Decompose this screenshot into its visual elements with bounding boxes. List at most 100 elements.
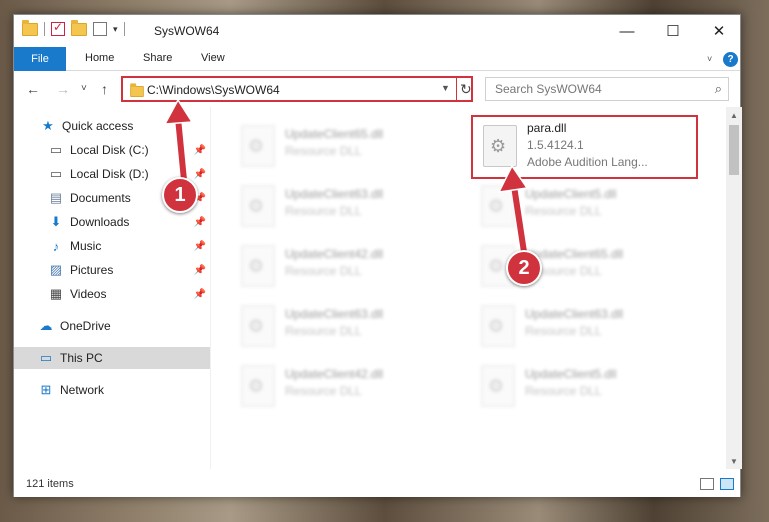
- file-item[interactable]: UpdateClient65.dll Resource DLL: [231, 117, 461, 173]
- sidebar-item-label: Music: [70, 239, 102, 253]
- star-icon: ★: [42, 118, 54, 133]
- scroll-down-icon[interactable]: ▼: [726, 453, 742, 469]
- pin-icon: 📌: [193, 264, 206, 276]
- sidebar-item-videos[interactable]: ▦ Videos 📌: [14, 283, 210, 305]
- file-name: UpdateClient63.dll: [285, 307, 384, 321]
- address-bar[interactable]: C:\Windows\SysWOW64 ▼ ↻: [121, 76, 473, 102]
- title-bar: ▾ SysWOW64 — ☐ ✕: [14, 15, 740, 47]
- tiles-view-icon[interactable]: [720, 478, 734, 490]
- dll-file-icon: [481, 365, 515, 407]
- sidebar-item-local-disk-c[interactable]: ▭ Local Disk (C:) 📌: [14, 139, 210, 161]
- customize-toolbar-dropdown-icon[interactable]: ▾: [113, 24, 118, 35]
- file-name: UpdateClient65.dll: [285, 127, 384, 141]
- forward-button[interactable]: →: [56, 81, 70, 97]
- file-item[interactable]: UpdateClient5.dll Resource DLL: [471, 177, 701, 233]
- search-input[interactable]: Search SysWOW64 ⌕: [485, 77, 729, 101]
- file-description: Adobe Audition Lang...: [527, 155, 648, 169]
- dll-file-icon: [483, 125, 517, 167]
- minimize-button[interactable]: —: [604, 15, 650, 47]
- scroll-thumb[interactable]: [729, 125, 739, 175]
- sidebar-item-onedrive[interactable]: ☁ OneDrive: [14, 315, 210, 337]
- details-view-icon[interactable]: [700, 478, 714, 490]
- file-name: UpdateClient63.dll: [285, 187, 384, 201]
- drive-icon: ▭: [49, 166, 63, 181]
- scroll-up-icon[interactable]: ▲: [726, 107, 742, 123]
- close-button[interactable]: ✕: [696, 15, 742, 47]
- expand-ribbon-chevron-icon[interactable]: ˅: [707, 54, 712, 64]
- file-type: Resource DLL: [285, 204, 362, 218]
- address-separator: [456, 78, 457, 100]
- file-item-para-dll[interactable]: para.dll 1.5.4124.1 Adobe Audition Lang.…: [473, 117, 703, 173]
- pin-icon: 📌: [193, 168, 206, 180]
- refresh-button[interactable]: ↻: [460, 81, 472, 98]
- music-icon: ♪: [52, 238, 60, 254]
- up-button[interactable]: ↑: [101, 81, 108, 97]
- vertical-scrollbar[interactable]: ▲ ▼: [726, 107, 742, 469]
- pin-icon: 📌: [193, 144, 206, 156]
- address-folder-icon: [130, 83, 144, 98]
- ribbon-tabs: File Home Share View ˅ ?: [14, 47, 740, 71]
- help-icon[interactable]: ?: [723, 52, 738, 67]
- pictures-icon: ▨: [49, 262, 63, 277]
- step-1-badge: 1: [162, 177, 198, 213]
- file-list: UpdateClient65.dll Resource DLL UpdateCl…: [211, 107, 726, 469]
- file-item[interactable]: UpdateClient42.dll Resource DLL: [231, 237, 461, 293]
- step-2-badge: 2: [506, 250, 542, 286]
- status-bar: 121 items: [14, 469, 740, 497]
- sidebar-item-label: Local Disk (C:): [70, 143, 149, 157]
- file-item[interactable]: UpdateClient5.dll Resource DLL: [471, 357, 701, 413]
- address-dropdown-chevron-icon[interactable]: ▼: [441, 83, 450, 93]
- sidebar-item-downloads[interactable]: ⬇ Downloads 📌: [14, 211, 210, 233]
- properties-icon[interactable]: [93, 22, 107, 36]
- tab-share[interactable]: Share: [143, 52, 172, 64]
- navigation-bar: ← → ˅ ↑ C:\Windows\SysWOW64 ▼ ↻ Search S…: [14, 71, 740, 107]
- sidebar-item-quick-access[interactable]: ★ Quick access: [14, 115, 210, 137]
- dll-file-icon: [241, 125, 275, 167]
- tab-view[interactable]: View: [201, 52, 225, 64]
- file-explorer-window: ▾ SysWOW64 — ☐ ✕ File Home Share View ˅ …: [13, 14, 742, 497]
- item-count: 121 items: [26, 478, 74, 490]
- pin-icon: 📌: [193, 288, 206, 300]
- sidebar-item-music[interactable]: ♪ Music 📌: [14, 235, 210, 257]
- file-name: para.dll: [527, 121, 567, 135]
- sidebar-item-network[interactable]: ⊞ Network: [14, 379, 210, 401]
- sidebar-item-label: This PC: [60, 351, 103, 365]
- file-name: UpdateClient42.dll: [285, 367, 384, 381]
- tab-home[interactable]: Home: [85, 52, 114, 64]
- dll-file-icon: [241, 305, 275, 347]
- sidebar-item-label: Quick access: [62, 119, 134, 133]
- back-button[interactable]: ←: [26, 81, 40, 97]
- file-name: UpdateClient5.dll: [525, 367, 617, 381]
- recent-locations-chevron-icon[interactable]: ˅: [81, 83, 87, 94]
- maximize-button[interactable]: ☐: [650, 15, 696, 47]
- file-name: UpdateClient5.dll: [525, 187, 617, 201]
- download-icon: ⬇: [50, 214, 62, 229]
- folder-icon[interactable]: [22, 19, 38, 36]
- search-icon[interactable]: ⌕: [715, 81, 722, 97]
- sidebar-item-label: OneDrive: [60, 319, 111, 333]
- drive-icon: ▭: [49, 142, 63, 157]
- sidebar-item-pictures[interactable]: ▨ Pictures 📌: [14, 259, 210, 281]
- sidebar-item-label: Documents: [70, 191, 131, 205]
- dll-file-icon: [241, 245, 275, 287]
- tab-file[interactable]: File: [14, 47, 66, 71]
- file-item[interactable]: UpdateClient63.dll Resource DLL: [231, 297, 461, 353]
- properties-check-icon[interactable]: [51, 20, 65, 36]
- address-path[interactable]: C:\Windows\SysWOW64: [147, 83, 280, 97]
- navigation-pane: ★ Quick access ▭ Local Disk (C:) 📌 ▭ Loc…: [14, 107, 211, 469]
- sidebar-item-this-pc[interactable]: ▭ This PC: [14, 347, 210, 369]
- dll-file-icon: [481, 305, 515, 347]
- file-version: 1.5.4124.1: [527, 138, 584, 152]
- window-title: SysWOW64: [154, 24, 220, 38]
- new-folder-icon[interactable]: [71, 19, 87, 36]
- file-item[interactable]: UpdateClient63.dll Resource DLL: [471, 297, 701, 353]
- file-item[interactable]: UpdateClient42.dll Resource DLL: [231, 357, 461, 413]
- file-item[interactable]: UpdateClient63.dll Resource DLL: [231, 177, 461, 233]
- cloud-icon: ☁: [39, 318, 53, 333]
- file-name: UpdateClient42.dll: [285, 247, 384, 261]
- search-placeholder: Search SysWOW64: [495, 82, 602, 96]
- sidebar-item-label: Downloads: [70, 215, 130, 229]
- pin-icon: 📌: [193, 216, 206, 228]
- dll-file-icon: [241, 365, 275, 407]
- sidebar-item-label: Local Disk (D:): [70, 167, 149, 181]
